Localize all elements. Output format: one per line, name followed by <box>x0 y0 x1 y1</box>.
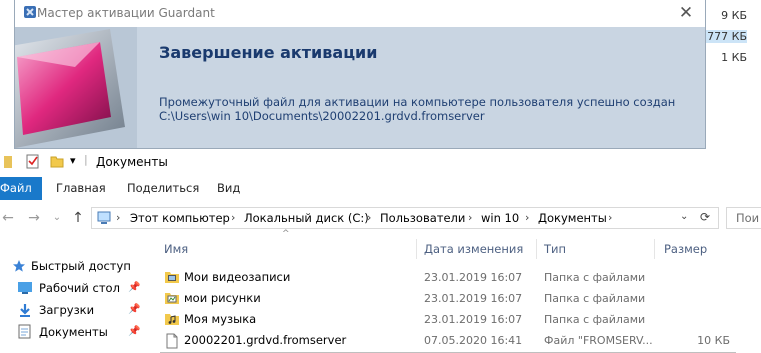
pin-icon[interactable]: 📌 <box>128 282 140 293</box>
pin-icon[interactable]: 📌 <box>128 304 140 315</box>
screen: 9 КБ 3 777 КБ 1 КБ Мастер активации Guar… <box>0 0 761 353</box>
file-list: ^ Имя Дата изменения Тип Размер Мои виде… <box>158 229 761 353</box>
sidebar-item-desktop[interactable]: Рабочий стол 📌 <box>0 277 150 299</box>
up-button[interactable]: ↑ <box>70 209 86 227</box>
sidebar-item-label: Быстрый доступ <box>31 259 131 273</box>
chevron-right-icon: › <box>525 211 530 224</box>
file-icon <box>166 333 178 349</box>
recent-locations-button[interactable]: ⌄ <box>49 209 65 227</box>
pictures-folder-icon <box>165 293 179 304</box>
breadcrumb-win10[interactable]: win 10 <box>481 211 519 225</box>
pin-icon[interactable]: 📌 <box>128 326 140 337</box>
file-type: Файл "FROMSERV... <box>544 334 653 347</box>
wizard-title: Мастер активации Guardant <box>37 6 215 20</box>
sort-ascending-icon: ^ <box>282 229 290 239</box>
background-size: 9 КБ <box>721 9 747 22</box>
new-folder-icon[interactable] <box>50 154 64 169</box>
column-header-name[interactable]: Имя <box>164 241 188 263</box>
file-date: 23.01.2019 16:07 <box>424 313 523 326</box>
tab-share[interactable]: Поделиться <box>127 177 199 200</box>
tab-view[interactable]: Вид <box>217 177 240 200</box>
file-date: 23.01.2019 16:07 <box>424 271 523 284</box>
wizard-titlebar: Мастер активации Guardant ✕ <box>15 0 705 27</box>
file-name: мои рисунки <box>184 291 261 305</box>
chevron-right-icon: › <box>608 211 613 224</box>
customize-toolbar-icon[interactable]: ▾ <box>70 154 76 167</box>
file-type: Папка с файлами <box>544 313 646 326</box>
tab-file[interactable]: Файл <box>0 177 42 200</box>
activation-wizard-window: Мастер активации Guardant ✕ Завершение а… <box>14 0 706 149</box>
file-date: 23.01.2019 16:07 <box>424 292 523 305</box>
documents-icon <box>18 324 31 339</box>
close-button[interactable]: ✕ <box>675 2 697 24</box>
download-icon <box>20 304 30 317</box>
file-row[interactable]: мои рисунки 23.01.2019 16:07 Папка с фай… <box>158 288 761 309</box>
wizard-banner-graphic <box>15 27 137 148</box>
breadcrumb-local-disk[interactable]: Локальный диск (C:) <box>244 211 369 225</box>
computer-icon <box>97 211 111 224</box>
chevron-right-icon: › <box>116 211 121 224</box>
sidebar-item-downloads[interactable]: Загрузки 📌 <box>0 299 150 321</box>
file-name: 20002201.grdvd.fromserver <box>184 333 347 347</box>
file-name: Моя музыка <box>184 312 257 326</box>
breadcrumb-documents[interactable]: Документы <box>538 211 607 225</box>
breadcrumb-users[interactable]: Пользователи <box>380 211 465 225</box>
separator: | <box>84 153 88 166</box>
column-divider[interactable] <box>416 239 417 259</box>
wizard-heading: Завершение активации <box>159 43 378 62</box>
sidebar-item-documents[interactable]: Документы 📌 <box>0 321 150 343</box>
search-placeholder: Пои <box>736 211 760 225</box>
wizard-file-path: C:\Users\win 10\Documents\20002201.grdvd… <box>159 109 485 123</box>
file-row[interactable]: 20002201.grdvd.fromserver 07.05.2020 16:… <box>158 330 761 351</box>
breadcrumb-this-pc[interactable]: Этот компьютер <box>130 211 230 225</box>
background-size: 1 КБ <box>721 51 747 64</box>
file-row[interactable]: Мои видеозаписи 23.01.2019 16:07 Папка с… <box>158 267 761 288</box>
file-row[interactable]: Моя музыка 23.01.2019 16:07 Папка с файл… <box>158 309 761 330</box>
window-icon <box>4 156 12 168</box>
forward-button[interactable]: → <box>26 209 42 227</box>
video-folder-icon <box>165 272 179 283</box>
sidebar-item-label: Загрузки <box>39 303 95 317</box>
file-type: Папка с файлами <box>544 292 646 305</box>
sidebar-item-label: Документы <box>39 325 108 339</box>
sidebar-item-quick-access[interactable]: Быстрый доступ <box>0 255 150 277</box>
file-size: 10 КБ <box>697 334 730 347</box>
chevron-right-icon: › <box>367 211 372 224</box>
ribbon-tabs: Файл Главная Поделиться Вид <box>0 177 761 200</box>
column-header-size[interactable]: Размер <box>664 241 707 263</box>
file-type: Папка с файлами <box>544 271 646 284</box>
properties-icon[interactable] <box>26 154 40 169</box>
address-bar[interactable]: › Этот компьютер › Локальный диск (C:) ›… <box>91 207 719 229</box>
window-title: Документы <box>96 155 168 169</box>
chevron-right-icon: › <box>468 211 473 224</box>
column-header-date[interactable]: Дата изменения <box>424 241 523 263</box>
wizard-message: Промежуточный файл для активации на комп… <box>159 95 676 109</box>
file-date: 07.05.2020 16:41 <box>424 334 523 347</box>
quick-access-toolbar: ▾ | Документы <box>0 149 761 175</box>
address-row: ← → ⌄ ↑ › Этот компьютер › Локальный дис… <box>0 206 761 230</box>
search-box[interactable]: Пои <box>726 207 761 229</box>
music-folder-icon <box>165 314 179 325</box>
refresh-button[interactable]: ⟳ <box>700 210 710 224</box>
file-explorer-window: ▾ | Документы Файл Главная Поделиться Ви… <box>0 149 761 353</box>
history-dropdown[interactable]: ⌄ <box>680 211 688 222</box>
column-divider[interactable] <box>654 239 655 259</box>
column-divider[interactable] <box>536 239 537 259</box>
desktop-icon <box>18 282 32 294</box>
column-header-type[interactable]: Тип <box>544 241 566 263</box>
chevron-right-icon: › <box>231 211 236 224</box>
file-name: Мои видеозаписи <box>184 270 291 284</box>
back-button[interactable]: ← <box>0 209 16 227</box>
sidebar-item-label: Рабочий стол <box>39 281 120 295</box>
star-icon <box>13 260 25 272</box>
guardant-app-icon <box>24 6 36 18</box>
tab-home[interactable]: Главная <box>56 177 106 200</box>
